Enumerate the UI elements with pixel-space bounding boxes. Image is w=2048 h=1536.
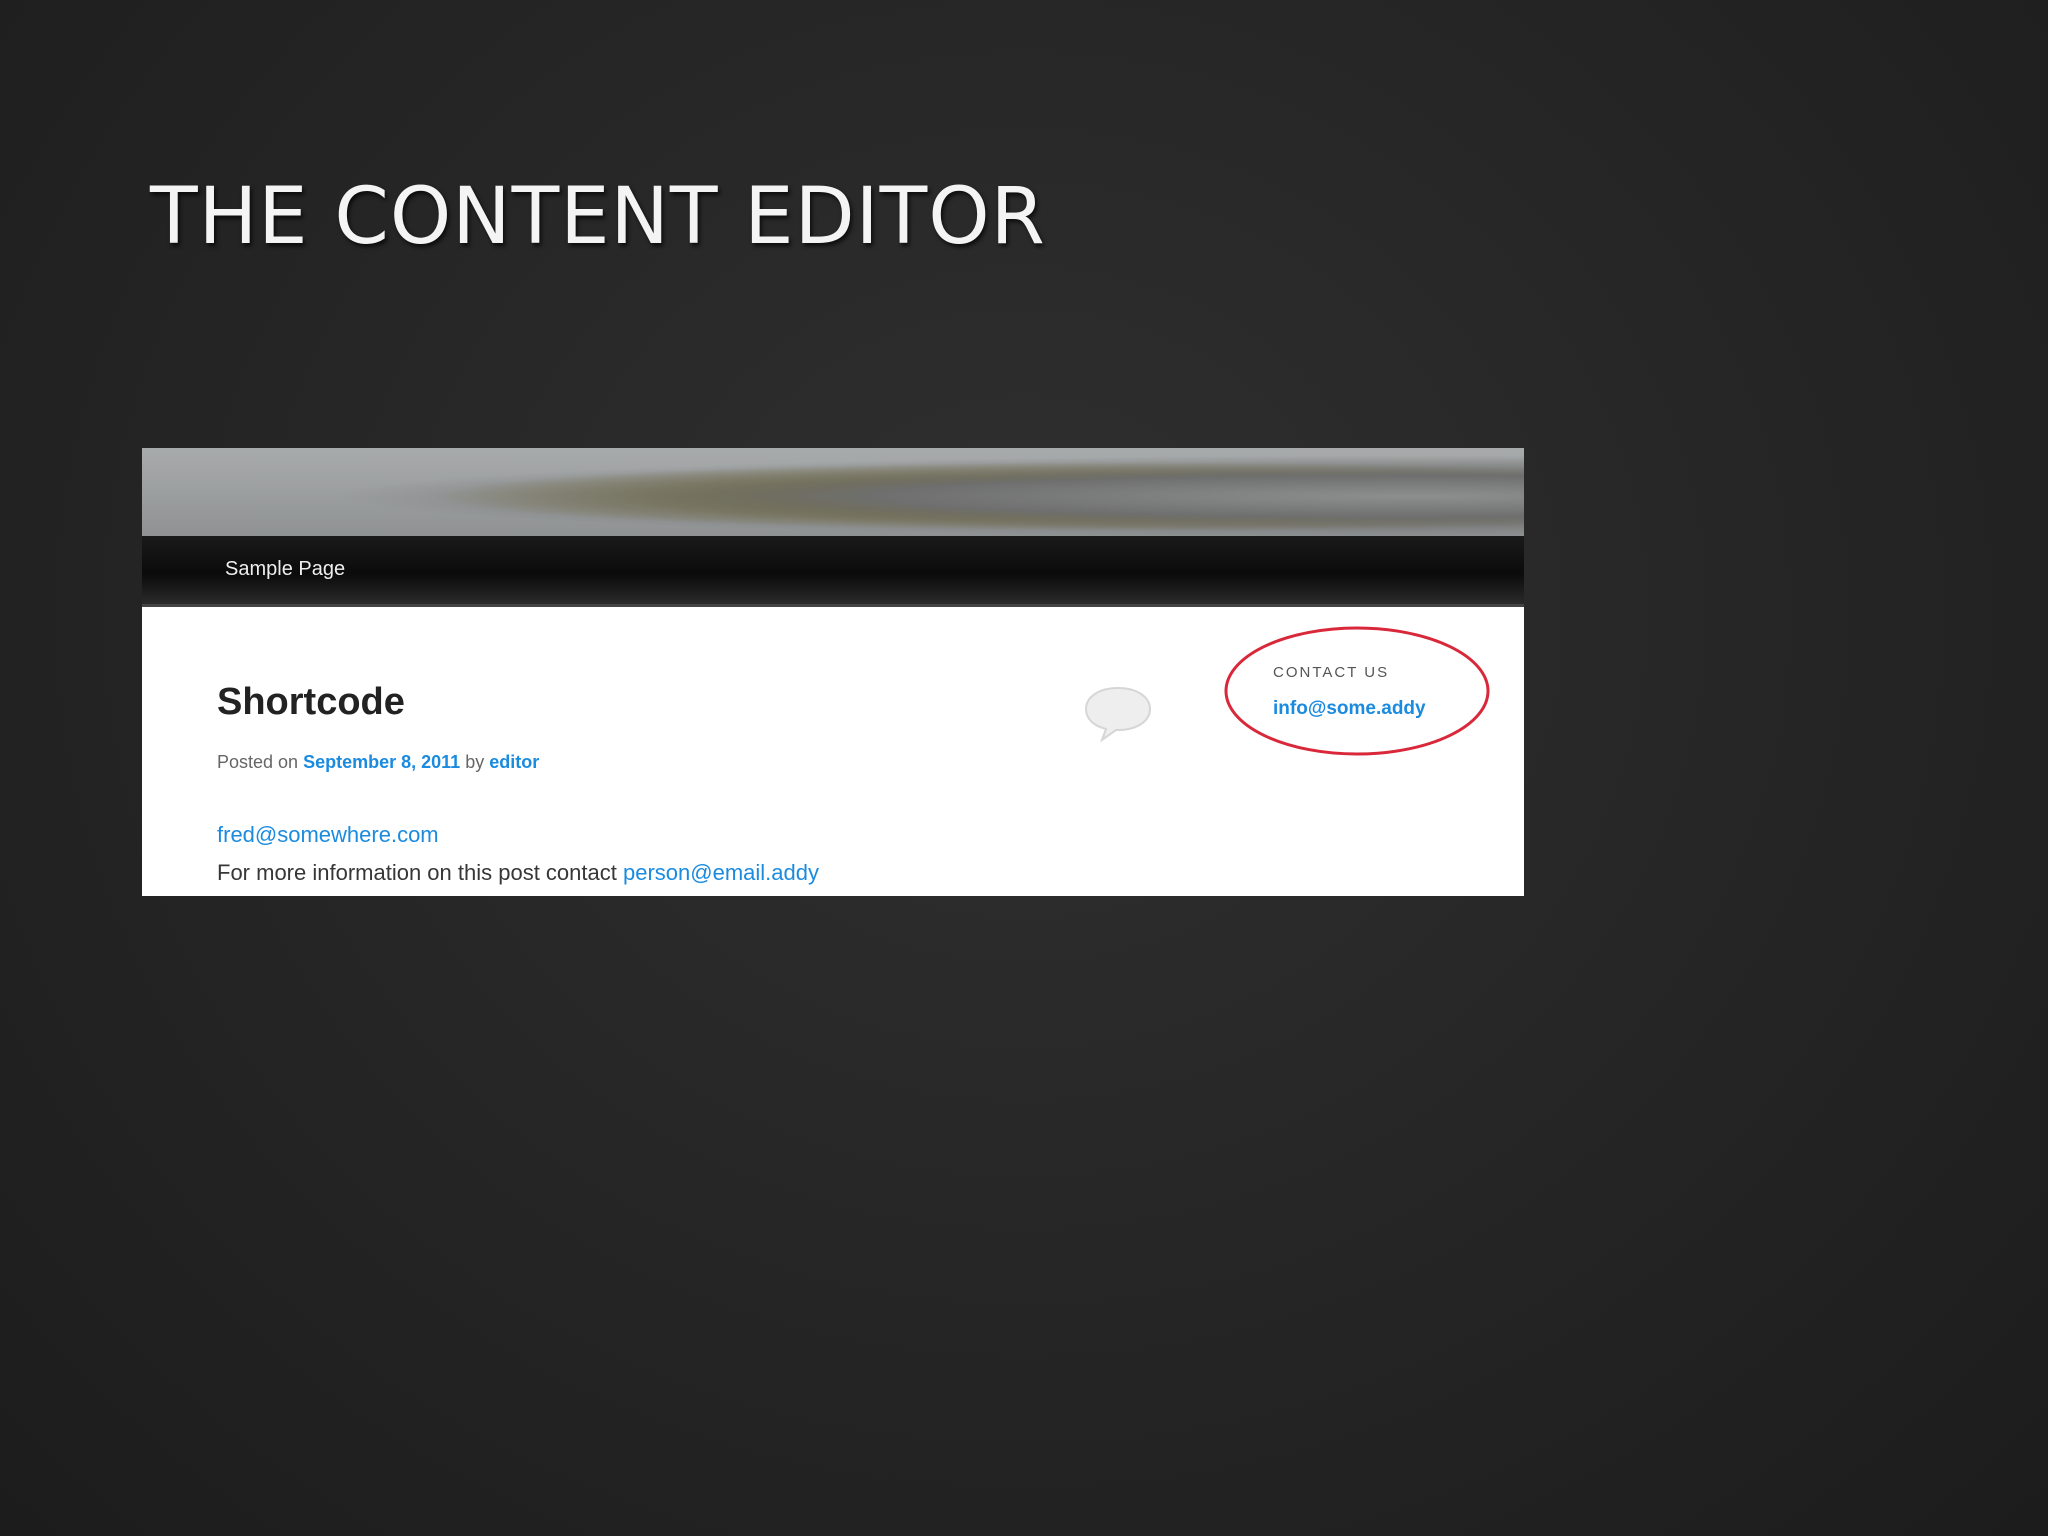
post-body-line-1: fred@somewhere.com <box>217 822 439 848</box>
post-title[interactable]: Shortcode <box>217 683 405 721</box>
header-banner-image <box>142 448 1524 536</box>
post-date-link[interactable]: September 8, 2011 <box>303 752 460 772</box>
posted-on-label: Posted on <box>217 752 299 772</box>
website-screenshot: Sample Page Shortcode Posted on Septembe… <box>142 448 1524 896</box>
contact-text: For more information on this post contac… <box>217 860 617 885</box>
nav-item-sample-page[interactable]: Sample Page <box>225 558 345 581</box>
slide-title: THE CONTENT EDITOR <box>150 172 1046 262</box>
by-label: by <box>465 752 485 772</box>
email-link-fred[interactable]: fred@somewhere.com <box>217 822 439 847</box>
highlight-ellipse <box>1224 626 1490 756</box>
post-author-link[interactable]: editor <box>489 752 539 772</box>
nav-bar: Sample Page <box>142 536 1524 607</box>
speech-bubble-icon[interactable] <box>1082 684 1154 744</box>
post-meta: Posted on September 8, 2011 by editor <box>217 752 539 773</box>
post-body-line-2: For more information on this post contac… <box>217 860 819 886</box>
email-link-person[interactable]: person@email.addy <box>623 860 819 885</box>
